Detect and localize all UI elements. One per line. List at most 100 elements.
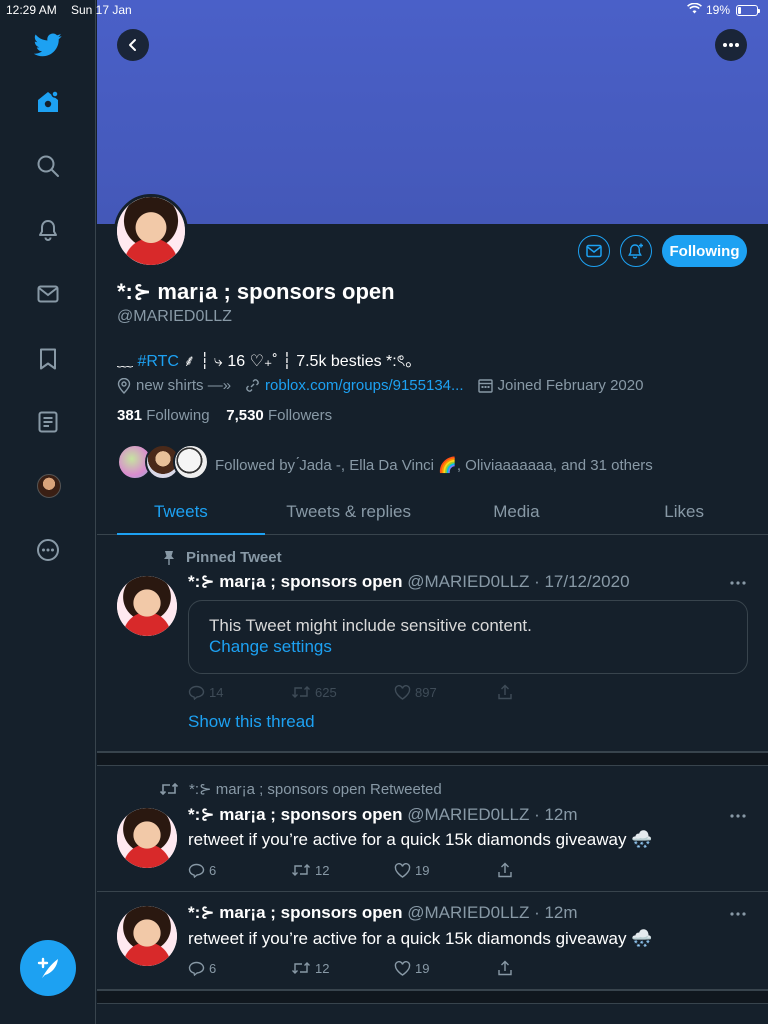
overflow-menu-button[interactable] [715, 29, 747, 61]
notifications-icon[interactable] [34, 216, 62, 244]
like-button[interactable]: 19 [394, 862, 497, 878]
notify-button[interactable] [620, 235, 652, 267]
share-button[interactable] [497, 960, 600, 976]
pinned-label: Pinned Tweet [186, 549, 282, 566]
followers-count: 7,530 [226, 407, 264, 424]
retweet-button[interactable]: 12 [291, 862, 394, 878]
share-button[interactable] [497, 684, 600, 700]
like-button[interactable]: 897 [394, 684, 497, 700]
retweet-button[interactable]: 12 [291, 960, 394, 976]
reply-count: 14 [209, 684, 224, 700]
following-button[interactable]: Following [662, 235, 747, 267]
reply-count: 6 [209, 960, 217, 976]
pinned-context: Pinned Tweet [159, 549, 282, 566]
tweet-handle-time: @MARIED0LLZ · 12m [402, 903, 578, 922]
tab-tweets-replies[interactable]: Tweets & replies [265, 495, 433, 534]
tab-likes[interactable]: Likes [600, 495, 768, 534]
more-icon[interactable] [34, 536, 62, 564]
following-count: 381 [117, 407, 143, 424]
tweet-more-button[interactable] [728, 811, 748, 821]
battery-percent: 19% [705, 3, 730, 17]
profile-meta: new shirts —» roblox.com/groups/9155134.… [117, 377, 657, 394]
retweet-count: 12 [315, 960, 330, 976]
joined-item: Joined February 2020 [477, 377, 643, 394]
tweet-header: *:⊱ mar¡a ; sponsors open @MARIED0LLZ · … [188, 903, 578, 923]
reply-button[interactable]: 6 [188, 862, 291, 878]
wifi-icon [687, 2, 702, 17]
like-count: 19 [415, 862, 430, 878]
tweet-actions: 6 12 19 [188, 960, 600, 976]
tweet-text: retweet if you’re active for a quick 15k… [188, 830, 653, 849]
heart-icon [394, 960, 411, 976]
status-right: 19% [687, 2, 760, 17]
feed-separator [97, 990, 768, 1004]
ellipsis-icon [730, 814, 746, 818]
reply-button[interactable]: 14 [188, 684, 291, 700]
twitter-logo-icon[interactable] [34, 31, 62, 59]
tweet-header: *:⊱ mar¡a ; sponsors open @MARIED0LLZ · … [188, 805, 578, 825]
tweet-actions: 6 12 19 [188, 862, 600, 878]
tweet-header: *:⊱ mar¡a ; sponsors open @MARIED0LLZ · … [188, 572, 630, 592]
sidebar [0, 0, 96, 1024]
retweet-button[interactable]: 625 [291, 684, 394, 700]
ellipsis-icon [723, 43, 739, 47]
share-button[interactable] [497, 862, 600, 878]
lists-icon[interactable] [34, 408, 62, 436]
bio-hashtag-link[interactable]: #RTC [137, 353, 179, 370]
ellipsis-icon [730, 581, 746, 585]
website-item[interactable]: roblox.com/groups/9155134... [245, 377, 464, 394]
followers-count-link[interactable]: 7,530 Followers [226, 407, 332, 424]
bookmarks-icon[interactable] [34, 345, 62, 373]
tweet-author-name[interactable]: *:⊱ mar¡a ; sponsors open [188, 805, 403, 824]
retweet-icon [292, 686, 310, 698]
tweet[interactable]: *:⊱ mar¡a ; sponsors open @MARIED0LLZ · … [97, 892, 768, 990]
pin-icon [164, 550, 174, 565]
tab-tweets[interactable]: Tweets [97, 495, 265, 535]
like-count: 897 [415, 684, 437, 700]
tweet-retweeted[interactable]: *:⊱ mar¡a ; sponsors open Retweeted *:⊱ … [97, 767, 768, 892]
location-item: new shirts —» [117, 377, 231, 394]
share-icon [498, 960, 512, 976]
tweet-avatar[interactable] [117, 906, 177, 966]
profile-tabs: Tweets Tweets & replies Media Likes [97, 495, 768, 535]
back-button[interactable] [117, 29, 149, 61]
retweet-context-label[interactable]: *:⊱ mar¡a ; sponsors open Retweeted [189, 780, 442, 798]
message-button[interactable] [578, 235, 610, 267]
followed-by-avatars[interactable] [117, 444, 209, 482]
retweet-icon [292, 864, 310, 876]
reply-count: 6 [209, 862, 217, 878]
change-settings-link[interactable]: Change settings [209, 636, 727, 657]
show-thread-link[interactable]: Show this thread [188, 712, 315, 732]
tweet-more-button[interactable] [728, 578, 748, 588]
profile-bio: ﹏ #RTC ⸙ ┆ ⤷ 16 ♡₊˚ ┆ 7.5k besties *:ৎ。 [117, 347, 421, 375]
status-bar: 12:29 AM Sun 17 Jan 19% [0, 0, 768, 20]
compose-tweet-button[interactable] [20, 940, 76, 996]
tweet-author-name[interactable]: *:⊱ mar¡a ; sponsors open [188, 903, 403, 922]
profile-banner [97, 0, 768, 224]
following-count-link[interactable]: 381 Following [117, 407, 210, 424]
calendar-icon [477, 379, 493, 393]
tweet-author-name[interactable]: *:⊱ mar¡a ; sponsors open [188, 572, 403, 591]
tab-media[interactable]: Media [433, 495, 601, 534]
profile-picture[interactable] [114, 194, 188, 268]
tweet-actions: 14 625 897 [188, 684, 600, 700]
chevron-left-icon [129, 39, 136, 51]
tweet-avatar[interactable] [117, 576, 177, 636]
following-label: Following [142, 407, 210, 424]
reply-button[interactable]: 6 [188, 960, 291, 976]
display-name: *:⊱ mar¡a ; sponsors open [117, 279, 395, 304]
tweet-more-button[interactable] [728, 909, 748, 919]
share-icon [498, 862, 512, 878]
profile-avatar[interactable] [37, 474, 61, 498]
retweet-count: 625 [315, 684, 337, 700]
tweet-avatar[interactable] [117, 808, 177, 868]
status-date: Sun 17 Jan [71, 3, 132, 17]
home-icon[interactable] [34, 88, 62, 116]
bell-plus-icon [628, 243, 643, 259]
followed-by-text[interactable]: Followed by ́Jada -, Ella Da Vinci 🌈, Ol… [215, 456, 653, 474]
like-button[interactable]: 19 [394, 960, 497, 976]
retweet-count: 12 [315, 862, 330, 878]
messages-icon[interactable] [34, 280, 62, 308]
website-link[interactable]: roblox.com/groups/9155134... [265, 377, 463, 394]
explore-icon[interactable] [34, 152, 62, 180]
